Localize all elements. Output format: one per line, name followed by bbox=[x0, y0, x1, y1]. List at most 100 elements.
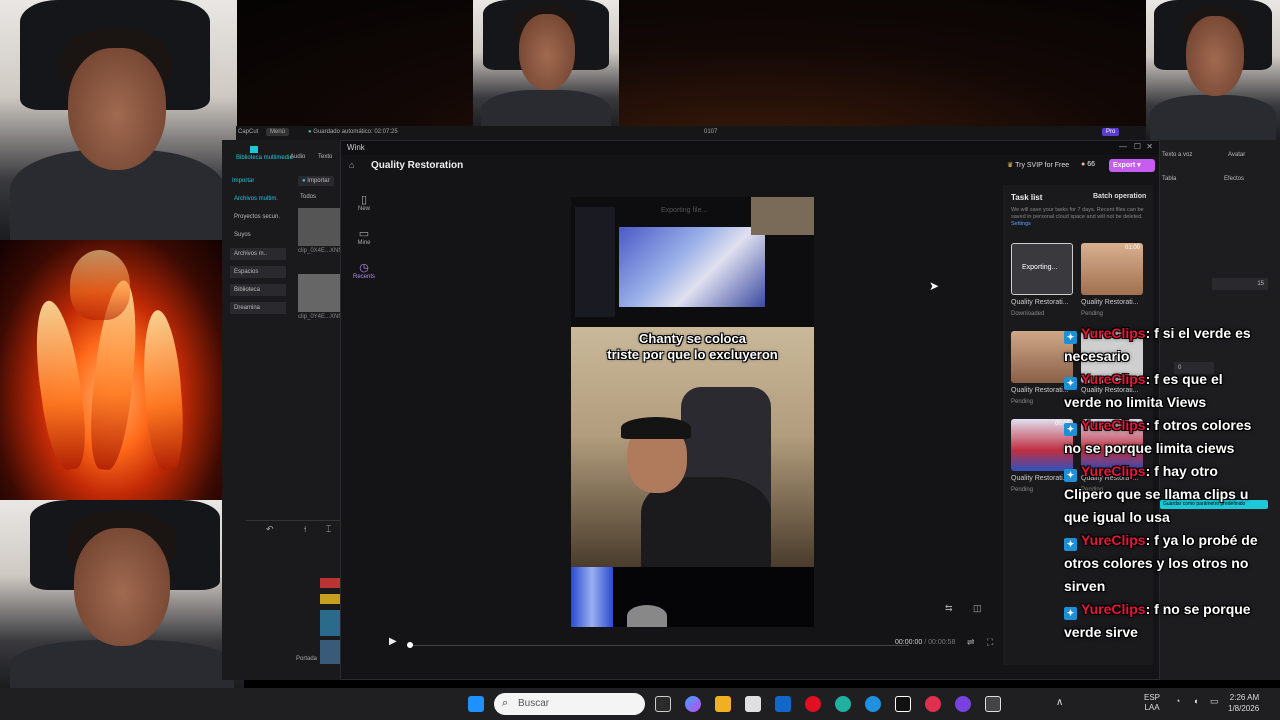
tab-media[interactable]: Biblioteca multimedia bbox=[236, 146, 293, 161]
task-thumb-2[interactable]: 01:00 bbox=[1081, 243, 1143, 295]
taskbar-search[interactable]: ⌕ Buscar bbox=[494, 693, 645, 715]
coins-count: ● 66 bbox=[1081, 161, 1095, 168]
sidebar-recents[interactable]: ◷ Recents bbox=[349, 261, 379, 280]
task-status-3: Pending bbox=[1011, 399, 1034, 405]
batch-operation-button[interactable]: Batch operation bbox=[1093, 193, 1146, 200]
close-icon[interactable]: ✕ bbox=[1146, 142, 1153, 151]
split-icon[interactable]: ⟊ bbox=[304, 524, 306, 535]
value-input-15[interactable]: 15 bbox=[1212, 278, 1268, 290]
task-status-1: Downloaded bbox=[1011, 311, 1045, 317]
play-icon[interactable]: ▶ bbox=[389, 636, 397, 647]
preview-screen-recording: Exporting file... bbox=[571, 197, 814, 327]
home-icon[interactable]: ⌂ bbox=[349, 160, 354, 170]
side-projects[interactable]: Proyectos secun. bbox=[234, 214, 280, 220]
project-name: 0107 bbox=[704, 129, 718, 135]
timeline-clip-audio[interactable] bbox=[320, 594, 340, 604]
timeline-clip-text[interactable] bbox=[320, 578, 340, 588]
clock[interactable]: 2:26 AM 1/8/2026 bbox=[1228, 692, 1259, 714]
svip-link[interactable]: ♛ Try SVIP for Free bbox=[1007, 161, 1069, 169]
chat-user-icon: ✦ bbox=[1064, 331, 1077, 344]
tab-tts[interactable]: Texto a voz bbox=[1162, 152, 1192, 158]
time-readout: 00:00:00 / 00:00:58 bbox=[895, 639, 956, 646]
chat-user-icon: ✦ bbox=[1064, 469, 1077, 482]
filter-all[interactable]: Todos bbox=[300, 194, 316, 200]
webcam-top-right bbox=[1146, 0, 1280, 140]
minimize-icon[interactable]: — bbox=[1119, 142, 1127, 151]
background-space bbox=[236, 0, 1280, 126]
tab-effects[interactable]: Efectos bbox=[1224, 176, 1244, 182]
edge-beta-icon[interactable] bbox=[865, 696, 881, 712]
crop-icon[interactable]: ⌶ bbox=[326, 524, 331, 535]
webcam-top-left bbox=[0, 0, 237, 240]
progress-track[interactable] bbox=[409, 645, 909, 646]
side-import[interactable]: Importar bbox=[232, 178, 254, 184]
side-media-files[interactable]: Archivos multim. bbox=[234, 196, 278, 202]
wink-app-icon[interactable] bbox=[985, 696, 1001, 712]
windows-start-icon[interactable] bbox=[468, 696, 484, 712]
fire-logo bbox=[0, 240, 222, 500]
video-caption: Chanty se coloca triste por que lo exclu… bbox=[607, 331, 778, 362]
progress-handle[interactable] bbox=[407, 642, 413, 648]
volume-icon[interactable]: ◖ bbox=[1193, 696, 1198, 706]
export-button[interactable]: Export ▾ bbox=[1109, 159, 1155, 172]
task-list-title: Task list bbox=[1011, 193, 1043, 202]
media-clip-1[interactable] bbox=[298, 208, 340, 246]
chat-user-icon: ✦ bbox=[1064, 377, 1077, 390]
fullscreen-preview-icon[interactable]: ◫ bbox=[973, 603, 982, 614]
wink-window: Wink — ☐ ✕ ⌂ Quality Restoration ♛ Try S… bbox=[340, 140, 1160, 680]
timeline-clip-video-2[interactable] bbox=[320, 640, 340, 664]
timeline-clip-video[interactable] bbox=[320, 610, 340, 636]
task-list-note: We will save your tasks for 7 days. Rece… bbox=[1011, 207, 1144, 227]
side-library[interactable]: Biblioteca bbox=[230, 284, 286, 296]
battery-icon[interactable]: ▭ bbox=[1210, 696, 1219, 707]
chat-message: ✦ YureClips: f no se porque verde sirve bbox=[1064, 601, 1251, 640]
chat-user-icon: ✦ bbox=[1064, 538, 1077, 551]
chat-message: ✦ YureClips: f ya lo probé de otros colore… bbox=[1064, 532, 1258, 594]
undo-icon[interactable]: ↶ bbox=[266, 524, 274, 535]
opera-icon[interactable] bbox=[805, 696, 821, 712]
expand-icon[interactable]: ⛶ bbox=[987, 637, 993, 648]
tab-table[interactable]: Tabla bbox=[1162, 176, 1176, 182]
page-title: Quality Restoration bbox=[371, 160, 464, 171]
settings-slider-icon[interactable]: ⇌ bbox=[967, 637, 975, 648]
task-status-2: Pending bbox=[1081, 311, 1104, 317]
compare-icon[interactable]: ⇆ bbox=[945, 603, 953, 614]
sidebar-mine[interactable]: ▭ Mine bbox=[349, 227, 379, 246]
twitch-icon[interactable] bbox=[955, 696, 971, 712]
outlook-icon[interactable] bbox=[775, 696, 791, 712]
settings-link[interactable]: Settings bbox=[1011, 221, 1031, 227]
tab-audio[interactable]: Audio bbox=[290, 154, 305, 160]
file-icon: ▯ bbox=[360, 194, 368, 206]
pro-badge[interactable]: Pro bbox=[1102, 128, 1120, 136]
media-clip-2[interactable] bbox=[298, 274, 340, 312]
side-spaces[interactable]: Espacios bbox=[230, 266, 286, 278]
store-icon[interactable] bbox=[745, 696, 761, 712]
chat-overlay: ✦ YureClips: f si el verde es necesario ✦ Y… bbox=[1060, 322, 1280, 644]
tab-avatar[interactable]: Avatar bbox=[1228, 152, 1245, 158]
task-thumb-1[interactable]: Exporting... bbox=[1011, 243, 1073, 295]
side-files[interactable]: Archivos m.. bbox=[230, 248, 286, 260]
tray-chevron-icon[interactable]: ∧ bbox=[1056, 697, 1063, 708]
wifi-icon[interactable]: ◔ bbox=[1175, 696, 1180, 706]
video-preview[interactable]: Exporting file... Chanty se coloca trist… bbox=[571, 197, 814, 627]
capcut-topbar: CapCut Menú ● Guardado automático: 02:07… bbox=[236, 126, 1146, 140]
side-dreamina[interactable]: Dreamina bbox=[230, 302, 286, 314]
side-yours[interactable]: Suyos bbox=[234, 232, 251, 238]
maximize-icon[interactable]: ☐ bbox=[1134, 142, 1141, 151]
sidebar-new[interactable]: ▯ New bbox=[349, 193, 379, 212]
file-explorer-icon[interactable] bbox=[715, 696, 731, 712]
language-indicator[interactable]: ESP LAA bbox=[1144, 693, 1160, 713]
cover-button[interactable]: Portada bbox=[296, 656, 317, 662]
chat-message: ✦ YureClips: f es que el verde no limita V… bbox=[1064, 371, 1223, 410]
app-icon[interactable] bbox=[925, 696, 941, 712]
task-view-icon[interactable] bbox=[655, 696, 671, 712]
wink-header: ⌂ Quality Restoration ♛ Try SVIP for Fre… bbox=[341, 155, 1159, 177]
import-button[interactable]: ● Importar bbox=[298, 176, 334, 186]
tab-text[interactable]: Texto bbox=[318, 154, 332, 160]
menu-button[interactable]: Menú bbox=[266, 128, 290, 136]
capcut-icon[interactable] bbox=[895, 696, 911, 712]
wink-titlebar: Wink — ☐ ✕ bbox=[341, 141, 1159, 155]
mouse-cursor: ➤ bbox=[929, 279, 940, 293]
edge-icon[interactable] bbox=[835, 696, 851, 712]
copilot-icon[interactable] bbox=[685, 696, 701, 712]
